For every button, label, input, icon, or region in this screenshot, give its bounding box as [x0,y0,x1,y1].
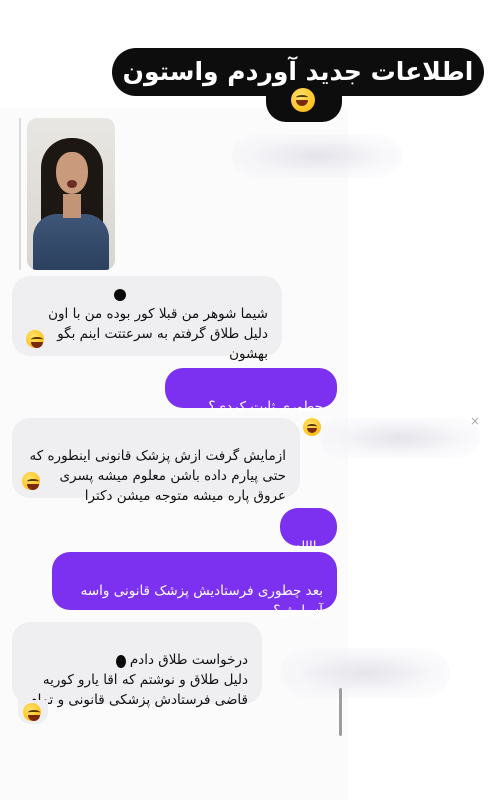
scrollbar[interactable] [339,688,342,736]
redaction-mark [116,655,126,668]
close-icon: × [470,414,481,428]
message-text: درخواست طلاق دادم دلیل طلاق و نوشتم که ا… [29,652,248,708]
message-text: ازمایش گرفت ازش پزشک قانونی اینطوره که ح… [29,448,286,504]
laughing-emoji-icon [22,472,40,490]
blur-smudge [232,134,402,178]
laughing-emoji-icon [23,703,41,721]
incoming-message[interactable]: شیما شوهر من قبلا کور بوده من با اون دلی… [12,276,282,362]
outgoing-message[interactable]: واااای [280,508,337,555]
incoming-message[interactable]: ازمایش گرفت ازش پزشک قانونی اینطوره که ح… [12,418,300,504]
outgoing-message[interactable]: چطوری ثابت کردی؟ [165,368,337,436]
story-reply-thumbnail[interactable] [27,118,115,270]
thumbnail-neck [63,194,81,218]
laughing-emoji-icon [26,330,44,348]
incoming-message[interactable]: درخواست طلاق دادم دلیل طلاق و نوشتم که ا… [12,622,262,708]
reply-thread-line [19,118,21,270]
thumbnail-jacket [33,214,109,270]
blur-smudge [320,418,480,458]
thumbnail-mouth [67,180,77,188]
blur-smudge [280,648,450,698]
message-text: شیما شوهر من قبلا کور بوده من با اون دلی… [48,306,268,362]
message-text: چطوری ثابت کردی؟ [208,399,323,415]
redaction-mark [114,289,126,301]
rolling-laughing-emoji-icon [303,418,321,436]
laughing-emoji-icon [291,88,315,112]
outgoing-message[interactable]: بعد چطوری فرستادیش پزشک قانونی واسه آزما… [52,552,337,619]
instagram-story-screenshot: × اطلاعات جدید آوردم واستون شیما شوهر من… [0,0,502,800]
